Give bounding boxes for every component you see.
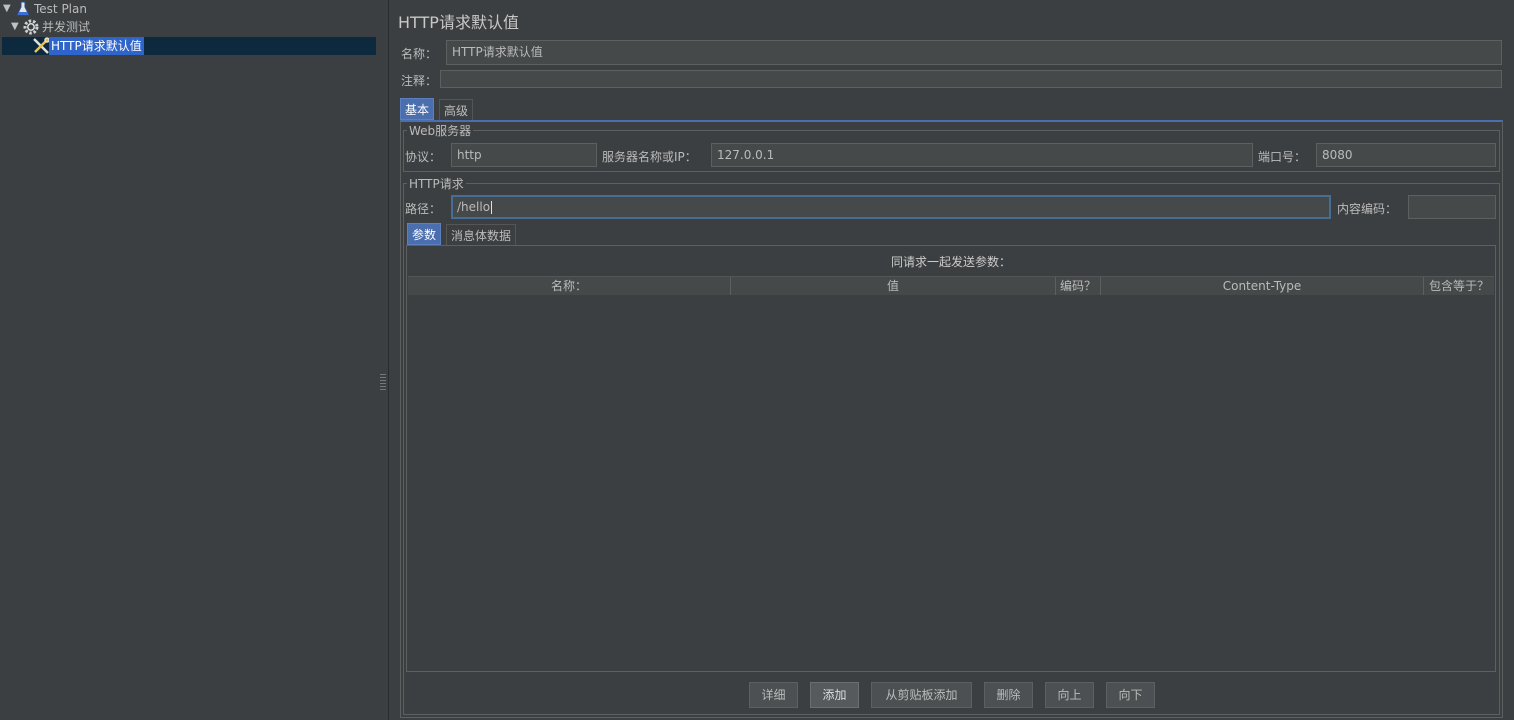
column-header-content-type[interactable]: Content-Type xyxy=(1101,277,1424,295)
tab-body-data[interactable]: 消息体数据 xyxy=(446,224,517,246)
tab-advanced[interactable]: 高级 xyxy=(439,99,474,121)
encoding-label: 内容编码： xyxy=(1337,202,1398,216)
add-from-clipboard-button[interactable]: 从剪贴板添加 xyxy=(871,682,972,708)
comment-input[interactable] xyxy=(440,70,1502,88)
table-header: 名称： 值 编码？ Content-Type 包含等于？ xyxy=(408,276,1494,296)
path-input[interactable]: /hello xyxy=(451,195,1331,219)
tree-item-label: HTTP请求默认值 xyxy=(49,37,144,55)
flask-icon xyxy=(14,0,32,18)
column-header-encode[interactable]: 编码？ xyxy=(1056,277,1101,295)
encoding-input[interactable] xyxy=(1408,195,1496,219)
column-header-value[interactable]: 值 xyxy=(731,277,1056,295)
tree-item-http-defaults[interactable]: HTTP请求默认值 xyxy=(31,37,144,55)
detail-button[interactable]: 详细 xyxy=(749,682,798,708)
path-value: /hello xyxy=(457,200,491,214)
web-server-group-title: Web服务器 xyxy=(407,122,474,139)
gear-icon xyxy=(22,18,40,36)
server-input[interactable]: 127.0.0.1 xyxy=(711,143,1253,167)
move-up-button[interactable]: 向上 xyxy=(1045,682,1094,708)
path-label: 路径： xyxy=(405,202,442,216)
expand-triangle-icon[interactable]: ▼ xyxy=(11,18,22,36)
name-input[interactable]: HTTP请求默认值 xyxy=(446,40,1502,65)
protocol-label: 协议： xyxy=(405,150,442,164)
parameters-caption: 同请求一起发送参数： xyxy=(890,255,1011,269)
protocol-input[interactable]: http xyxy=(451,143,597,167)
tab-basic[interactable]: 基本 xyxy=(400,98,435,120)
name-label: 名称： xyxy=(401,47,438,61)
server-label: 服务器名称或IP： xyxy=(602,150,697,164)
tab-parameters[interactable]: 参数 xyxy=(407,223,442,245)
port-label: 端口号： xyxy=(1258,150,1307,164)
tree-item-test-plan[interactable]: ▼ Test Plan xyxy=(3,0,89,18)
column-header-include-equals[interactable]: 包含等于？ xyxy=(1424,277,1494,295)
move-down-button[interactable]: 向下 xyxy=(1106,682,1155,708)
parameters-table-body[interactable] xyxy=(408,295,1494,670)
add-button[interactable]: 添加 xyxy=(810,682,859,708)
tree-item-thread-group[interactable]: ▼ 并发测试 xyxy=(11,18,92,36)
port-input[interactable]: 8080 xyxy=(1316,143,1496,167)
expand-triangle-icon[interactable]: ▼ xyxy=(3,0,14,18)
tools-icon xyxy=(31,37,50,55)
page-title: HTTP请求默认值 xyxy=(398,13,519,32)
tree-item-label: 并发测试 xyxy=(42,20,91,34)
comment-label: 注释： xyxy=(401,74,438,88)
text-caret xyxy=(491,201,493,214)
panel-splitter[interactable] xyxy=(378,0,389,720)
tree-item-label: Test Plan xyxy=(34,2,87,16)
column-header-name[interactable]: 名称： xyxy=(408,277,731,295)
splitter-grip-icon[interactable] xyxy=(380,374,386,390)
delete-button[interactable]: 删除 xyxy=(984,682,1033,708)
test-plan-tree[interactable] xyxy=(0,0,379,720)
http-request-group-title: HTTP请求 xyxy=(407,175,466,192)
